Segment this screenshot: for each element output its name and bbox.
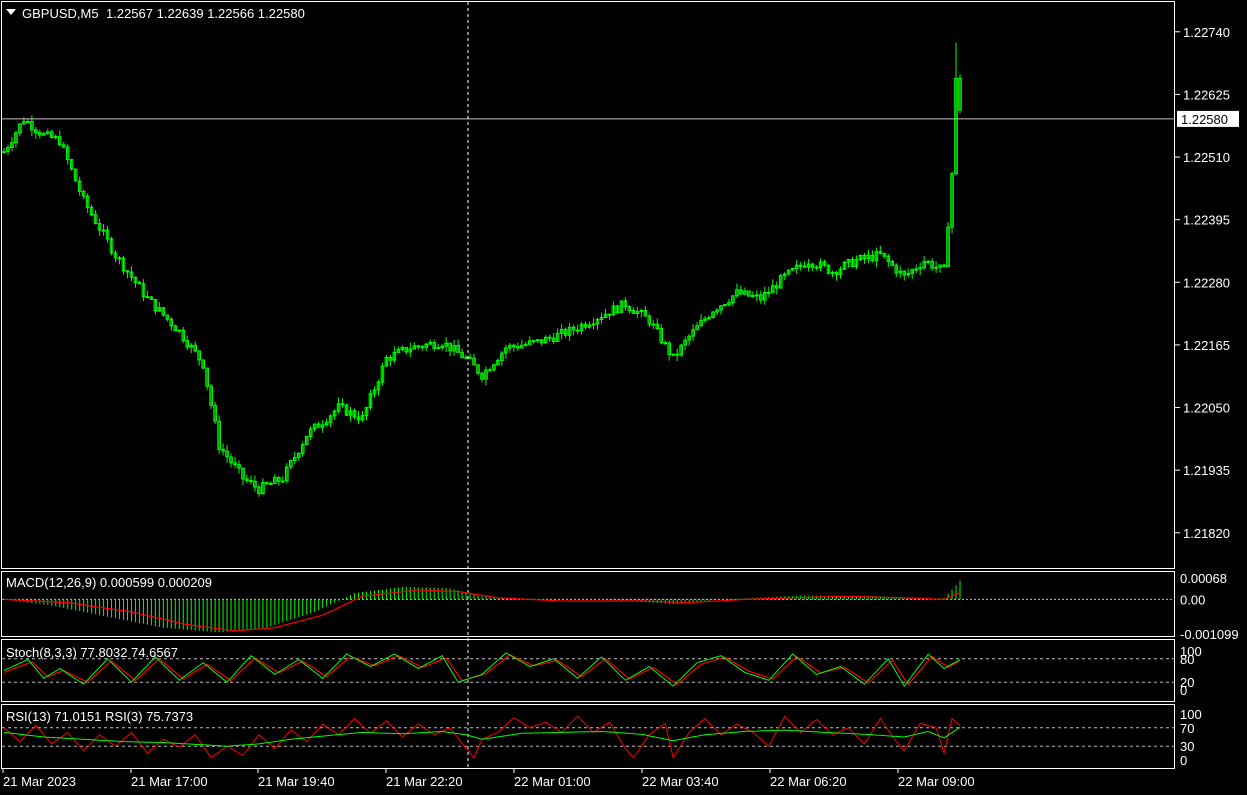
candle-body <box>663 342 668 345</box>
candle-body <box>177 329 182 332</box>
rsi-label: RSI(13) 71.0151 RSI(3) 75.7373 <box>6 709 193 724</box>
price-panel-border <box>1 1 1175 569</box>
time-tick-label: 22 Mar 09:00 <box>898 774 975 789</box>
candle-body <box>488 369 492 372</box>
candle-body <box>416 345 421 348</box>
time-tick-label: 22 Mar 06:20 <box>770 774 847 789</box>
candle-body <box>830 271 835 274</box>
candle-body <box>934 266 938 269</box>
current-price-tag: 1.22580 <box>1177 110 1239 127</box>
candle-body <box>755 294 759 297</box>
candle-body <box>547 336 552 339</box>
rsi-panel[interactable]: RSI(13) 71.0151 RSI(3) 75.7373 10070 300 <box>1 704 1202 769</box>
candle-body <box>145 296 150 299</box>
candle-body <box>464 356 468 359</box>
time-tick-label: 22 Mar 01:00 <box>514 774 591 789</box>
price-tick-label: 1.22625 <box>1183 87 1230 102</box>
chart-header: GBPUSD,M5 1.22567 1.22639 1.22566 1.2258… <box>6 6 305 21</box>
price-tick-label: 1.22165 <box>1183 338 1230 353</box>
candle-body <box>468 356 472 359</box>
candle-body <box>117 257 122 260</box>
price-panel[interactable]: GBPUSD,M5 1.22567 1.22639 1.22566 1.2258… <box>1 1 1240 769</box>
candle-body <box>249 480 253 483</box>
candle-body <box>575 329 580 332</box>
macd-tick-label: 0.00 <box>1180 592 1205 607</box>
candle-body <box>671 353 676 356</box>
symbol-label: GBPUSD,M5 <box>22 6 99 21</box>
macd-panel[interactable]: MACD(12,26,9) 0.000599 0.000209 0.000680… <box>1 571 1239 642</box>
osc-tick-label: 100 <box>1180 707 1202 722</box>
candle-body <box>814 266 819 269</box>
candle-body <box>531 340 536 343</box>
candle-body <box>436 347 440 350</box>
candle-body <box>607 313 612 316</box>
candle-body <box>2 151 6 154</box>
candle-body <box>535 339 540 342</box>
osc-tick-label: 0 <box>1180 683 1187 698</box>
price-tick-label: 1.21935 <box>1183 463 1230 478</box>
macd-tick-label: -0.001099 <box>1180 627 1239 642</box>
candle-body <box>798 264 803 267</box>
stochastic-axis: 10080200 <box>1180 644 1202 698</box>
macd-label: MACD(12,26,9) 0.000599 0.000209 <box>6 575 212 590</box>
rsi13-line <box>3 726 961 747</box>
candle-body <box>269 482 273 485</box>
stochastic-label: Stoch(8,3,3) 77.8032 74.6567 <box>6 645 178 660</box>
candle-body <box>675 353 679 356</box>
osc-tick-label: 80 <box>1180 652 1194 667</box>
time-axis: 21 Mar 2023 21 Mar 17:00 21 Mar 19:40 21 Ma… <box>2 768 975 789</box>
price-tick-label: 1.22280 <box>1183 275 1230 290</box>
candle-body <box>53 136 58 139</box>
current-price-text: 1.22580 <box>1181 112 1228 127</box>
candle-body <box>420 346 425 349</box>
collapse-triangle-icon[interactable] <box>6 9 16 15</box>
macd-tick-label: 0.00068 <box>1180 571 1227 586</box>
stochastic-panel[interactable]: Stoch(8,3,3) 77.8032 74.6567 10080200 <box>1 639 1202 702</box>
price-tick-label: 1.22395 <box>1183 213 1230 228</box>
candle-body <box>751 294 755 297</box>
candle-body <box>281 480 285 483</box>
time-tick-label: 21 Mar 19:40 <box>258 774 335 789</box>
osc-tick-label: 0 <box>1180 753 1187 768</box>
time-tick-label: 22 Mar 03:40 <box>642 774 719 789</box>
price-tick-label: 1.22740 <box>1183 25 1230 40</box>
candle-body <box>101 229 106 232</box>
trading-chart[interactable]: GBPUSD,M5 1.22567 1.22639 1.22566 1.2258… <box>0 0 1247 795</box>
candle-body <box>926 260 930 263</box>
time-tick-label: 21 Mar 22:20 <box>386 774 463 789</box>
osc-tick-label: 70 <box>1180 721 1194 736</box>
rsi-axis: 10070 300 <box>1180 707 1202 768</box>
candle-body <box>26 121 30 124</box>
osc-tick-label: 30 <box>1180 739 1194 754</box>
candle-body <box>802 265 807 268</box>
candle-body <box>651 323 656 326</box>
candle-body <box>914 268 918 271</box>
price-axis: 1.22740 1.22625 1.22510 1.22395 1.22280 1.221… <box>1175 25 1230 541</box>
time-tick-label: 21 Mar 17:00 <box>131 774 208 789</box>
candle-body <box>767 291 771 294</box>
macd-axis: 0.00068 0.00 -0.001099 <box>1180 571 1239 642</box>
ohlc-values: 1.22567 1.22639 1.22566 1.22580 <box>106 6 305 21</box>
price-tick-label: 1.21820 <box>1183 526 1230 541</box>
time-tick-label: 21 Mar 2023 <box>3 774 76 789</box>
price-tick-label: 1.22510 <box>1183 150 1230 165</box>
price-tick-label: 1.22050 <box>1183 401 1230 416</box>
price-candles <box>2 42 962 497</box>
